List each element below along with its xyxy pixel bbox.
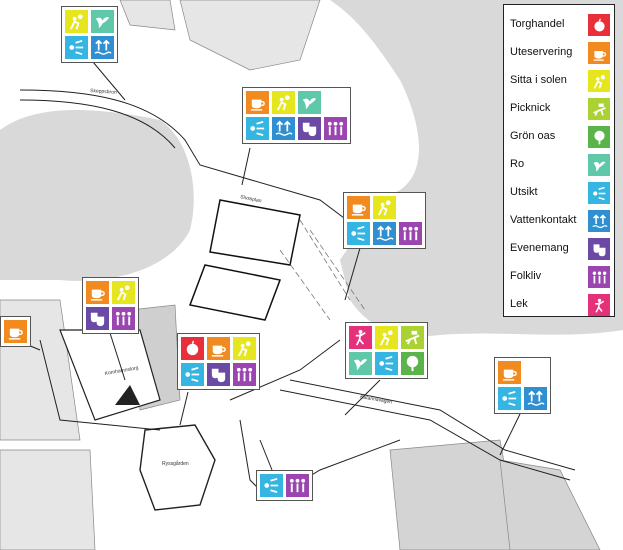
- apple-icon: [181, 337, 204, 360]
- people-icon: [588, 266, 610, 288]
- masks-icon: [298, 117, 321, 140]
- legend-item-evenemang: Evenemang: [508, 237, 612, 261]
- empty-slot: [399, 196, 422, 219]
- legend-label: Folkliv: [510, 270, 542, 282]
- picnic-icon: [588, 98, 610, 120]
- bird-icon: [298, 91, 321, 114]
- poi-group-center[interactable]: [177, 333, 260, 390]
- picnic-icon: [401, 326, 424, 349]
- water-icon: [373, 222, 396, 245]
- poi-group-far-west[interactable]: [0, 316, 31, 347]
- legend-item-gron-oas: Grön oas: [508, 125, 612, 149]
- coffee-cup-icon: [207, 337, 230, 360]
- water-area: [0, 110, 194, 281]
- coffee-cup-icon: [498, 361, 521, 384]
- view-icon: [588, 182, 610, 204]
- legend-item-utsikt: Utsikt: [508, 181, 612, 205]
- bird-icon: [349, 352, 372, 375]
- people-icon: [286, 474, 309, 497]
- legend-item-ro: Ro: [508, 153, 612, 177]
- poi-group-north[interactable]: [61, 6, 118, 63]
- tree-icon: [401, 352, 424, 375]
- coffee-cup-icon: [246, 91, 269, 114]
- people-icon: [112, 307, 135, 330]
- legend-label: Lek: [510, 298, 528, 310]
- view-icon: [260, 474, 283, 497]
- people-icon: [399, 222, 422, 245]
- sun-person-icon: [588, 70, 610, 92]
- legend-label: Grön oas: [510, 130, 556, 142]
- legend-label: Uteservering: [510, 46, 573, 58]
- view-icon: [246, 117, 269, 140]
- empty-slot: [324, 91, 347, 114]
- plaza-label: Ryssgården: [162, 460, 189, 467]
- poi-group-west[interactable]: [82, 277, 139, 334]
- bird-icon: [588, 154, 610, 176]
- poi-group-east[interactable]: [345, 322, 428, 379]
- legend-item-picknick: Picknick: [508, 97, 612, 121]
- platforms: [188, 199, 301, 321]
- poi-group-slussplan[interactable]: [242, 87, 351, 144]
- masks-icon: [588, 238, 610, 260]
- coffee-cup-icon: [86, 281, 109, 304]
- sun-person-icon: [375, 326, 398, 349]
- people-icon: [324, 117, 347, 140]
- sun-person-icon: [112, 281, 135, 304]
- legend-label: Sitta i solen: [510, 74, 567, 86]
- people-icon: [233, 363, 256, 386]
- poi-group-far-east[interactable]: [494, 357, 551, 414]
- water-icon: [588, 210, 610, 232]
- view-icon: [181, 363, 204, 386]
- sun-person-icon: [272, 91, 295, 114]
- coffee-cup-icon: [4, 320, 27, 343]
- legend-item-lek: Lek: [508, 293, 612, 317]
- masks-icon: [207, 363, 230, 386]
- coffee-cup-icon: [588, 42, 610, 64]
- legend-item-sitta-i-solen: Sitta i solen: [508, 69, 612, 93]
- legend-label: Vattenkontakt: [510, 214, 577, 226]
- poi-group-south[interactable]: [256, 470, 313, 501]
- masks-icon: [86, 307, 109, 330]
- coffee-cup-icon: [347, 196, 370, 219]
- sun-person-icon: [233, 337, 256, 360]
- legend-item-torghandel: Torghandel: [508, 13, 612, 37]
- water-icon: [91, 36, 114, 59]
- legend-item-vattenkontakt: Vattenkontakt: [508, 209, 612, 233]
- empty-slot: [524, 361, 547, 384]
- bird-icon: [91, 10, 114, 33]
- street-label: Slussplan: [240, 194, 263, 204]
- poi-group-center-east[interactable]: [343, 192, 426, 249]
- sun-person-icon: [373, 196, 396, 219]
- legend-label: Torghandel: [510, 18, 565, 30]
- legend-label: Picknick: [510, 102, 551, 114]
- rotunda-building: [139, 424, 216, 511]
- view-icon: [375, 352, 398, 375]
- legend-label: Evenemang: [510, 242, 569, 254]
- play-icon: [588, 294, 610, 316]
- view-icon: [347, 222, 370, 245]
- water-icon: [272, 117, 295, 140]
- legend-item-folkliv: Folkliv: [508, 265, 612, 289]
- legend-item-uteservering: Uteservering: [508, 41, 612, 65]
- apple-icon: [588, 14, 610, 36]
- water-icon: [524, 387, 547, 410]
- view-icon: [498, 387, 521, 410]
- sun-person-icon: [65, 10, 88, 33]
- legend-label: Ro: [510, 158, 525, 170]
- legend-panel: Torghandel Uteservering Sitta i solen Pi…: [503, 4, 615, 317]
- tree-icon: [588, 126, 610, 148]
- legend-label: Utsikt: [510, 186, 538, 198]
- play-icon: [349, 326, 372, 349]
- street-label: Skeppsbron: [90, 88, 117, 96]
- view-icon: [65, 36, 88, 59]
